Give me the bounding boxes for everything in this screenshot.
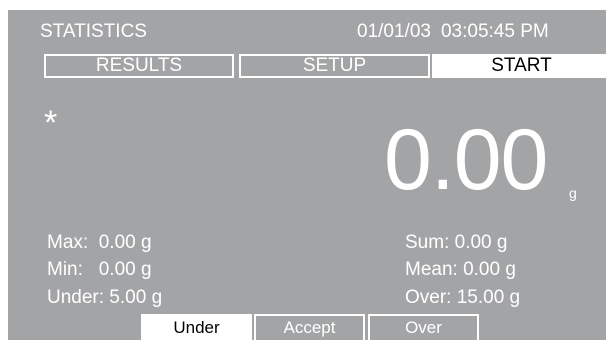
weight-unit: g (569, 185, 577, 201)
time-display: 03:05:45 PM (440, 21, 549, 42)
bottom-tab-accept[interactable]: Accept (254, 314, 365, 340)
stat-sum: Sum: 0.00 g (405, 232, 508, 253)
datetime-display: 01/01/03 03:05:45 PM (357, 21, 549, 43)
stat-under: Under: 5.00 g (47, 287, 163, 308)
stability-indicator: * (44, 104, 58, 142)
stat-mean: Mean: 0.00 g (405, 259, 516, 280)
stat-max: Max: 0.00 g (47, 232, 152, 253)
stat-min: Min: 0.00 g (47, 259, 152, 280)
bottom-tab-over[interactable]: Over (368, 314, 479, 340)
stat-over: Over: 15.00 g (405, 287, 521, 308)
weight-reading: 0.00 (384, 112, 548, 208)
tab-start[interactable]: START (432, 54, 611, 78)
tab-results[interactable]: RESULTS (44, 54, 234, 78)
tab-setup[interactable]: SETUP (239, 54, 430, 78)
bottom-tab-under[interactable]: Under (141, 314, 252, 340)
date-display: 01/01/03 (357, 21, 431, 42)
statistics-screen: STATISTICS 01/01/03 03:05:45 PM RESULTS S… (8, 10, 611, 340)
screen-title: STATISTICS (40, 21, 147, 42)
